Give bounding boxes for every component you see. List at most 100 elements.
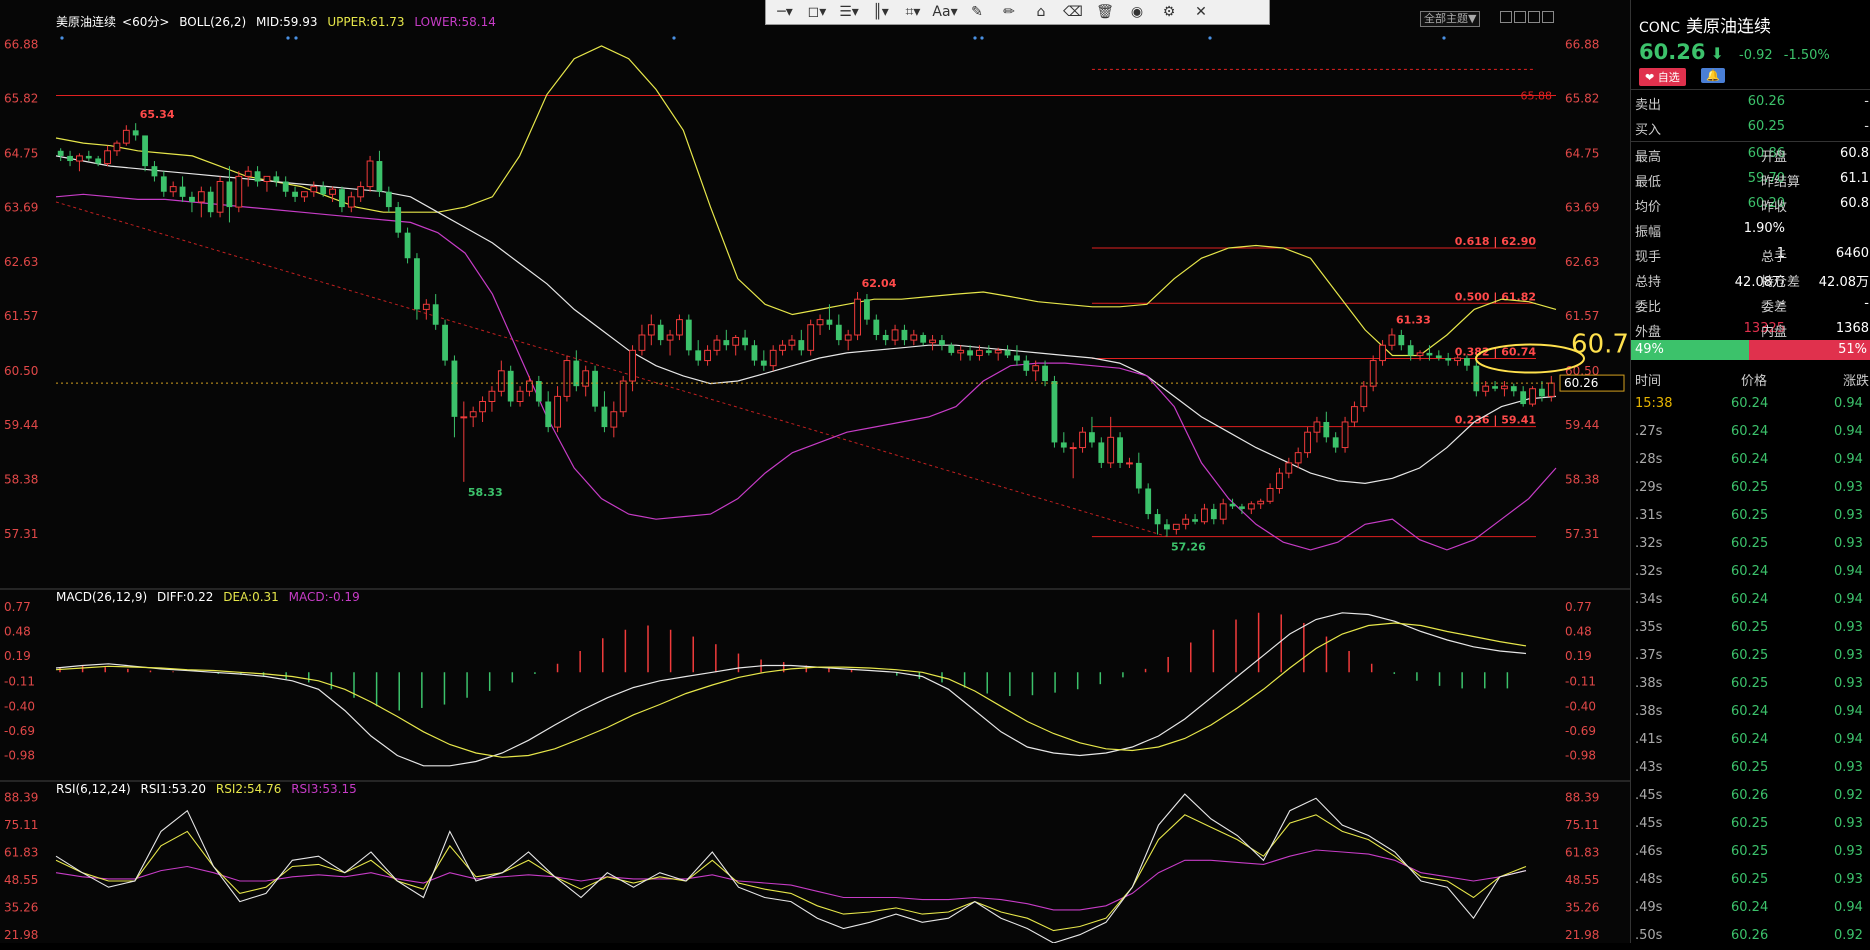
tick-change: 0.94 [1834,564,1863,579]
settings-icon[interactable]: ⚙ [1158,3,1180,21]
macd-ytick-right: -0.11 [1565,675,1596,689]
shape-tool-icon[interactable]: ◻▾ [806,3,828,21]
candle-body [404,232,411,259]
candle-body [469,411,477,418]
candle-body [301,191,308,198]
candle-body [1154,514,1161,525]
stat-value-2: 60.8 [1840,196,1869,211]
tick-price: 60.24 [1731,732,1769,747]
candle-body [685,319,692,351]
candle-body [122,129,130,144]
eraser-icon[interactable]: ⌫ [1062,3,1084,21]
eye-icon[interactable]: ◉ [1126,3,1148,21]
theme-button[interactable]: 全部主题▼ [1420,11,1481,27]
candle-body [1464,358,1470,366]
tick-change: 0.93 [1834,620,1863,635]
node-icon[interactable]: ⌗▾ [902,3,924,21]
tick-change: 0.94 [1834,732,1863,747]
bid-price: 60.25 [1747,119,1785,134]
stat-label: 总持 [1635,275,1662,290]
tick-change: 0.93 [1834,844,1863,859]
stat-label-2: 总手 [1761,250,1788,265]
macd-ytick-left: 0.19 [4,649,31,663]
candle-body [516,390,524,403]
candle-body [329,188,336,195]
candle-body [292,191,298,197]
macd-ytick-right: 0.19 [1565,649,1592,663]
candle-body [507,370,514,402]
tick-row: .31s 60.25 0.93 [1631,502,1870,530]
line-tool-icon[interactable]: ─▾ [774,3,796,21]
split-icon[interactable] [1514,11,1526,23]
rsi-ytick-left: 75.11 [4,818,38,832]
candle-body [1539,388,1545,397]
close-icon[interactable]: ✕ [1190,3,1212,21]
kline-chart[interactable]: 66.88 66.88 65.82 65.82 64.75 64.75 63.69 63.69… [0,0,1630,943]
candle-body [948,345,955,353]
candle-body [798,340,805,351]
fib-label: 0.236 | 59.41 [1455,414,1536,427]
layout-icon[interactable] [1500,11,1512,23]
tick-change: 0.93 [1834,816,1863,831]
candle-body [976,349,983,356]
last-price: 60.26 [1639,40,1706,64]
grid-icon[interactable] [1528,11,1540,23]
add-watchlist-button[interactable]: ❤ 自选 [1639,68,1686,86]
candle-body [226,181,233,208]
candle-body [1107,436,1115,464]
candle-body [723,340,730,346]
candle-body [582,370,590,387]
candle-body [1042,365,1048,382]
bars-icon[interactable]: ║▾ [870,3,892,21]
tick-row: .50s 60.26 0.92 [1631,922,1870,950]
macd-ytick-left: 0.77 [4,600,31,614]
trash-icon[interactable]: 🗑 [1094,3,1116,21]
stat-label: 振幅 [1635,225,1662,240]
home-icon[interactable]: ⌂ [1030,3,1052,21]
stat-value-2: 60.8 [1840,146,1869,161]
tick-time: .31s [1635,508,1663,523]
stat-value-2: 1368 [1835,321,1869,336]
pen-icon[interactable]: ✏ [998,3,1020,21]
candle-body [1089,432,1095,443]
candle-body [573,360,580,387]
period-label[interactable]: <60分> [122,15,169,29]
candle-body [638,334,646,351]
rsi-ytick-left: 48.55 [4,873,38,887]
rsi-label[interactable]: RSI(6,12,24) [56,782,131,796]
tick-row: .38s 60.24 0.94 [1631,698,1870,726]
price-ytick-left: 59.44 [4,418,38,432]
macd-diff-value: DIFF:0.22 [156,590,214,604]
boll-mid-line [55,155,1557,485]
candle-body [1079,431,1086,449]
candle-body [160,176,167,192]
rsi-ytick-right: 75.11 [1565,818,1599,832]
candle-body [854,298,861,336]
candle-body [1304,431,1311,454]
col-price: 价格 [1741,374,1768,389]
macd-ytick-right: 0.77 [1565,600,1592,614]
candle-body [310,186,318,193]
event-marker [980,36,984,40]
tick-row: .35s 60.25 0.93 [1631,614,1870,642]
price-ytick-left: 60.50 [4,364,38,378]
col-change: 涨跌 [1843,374,1870,389]
bell-icon[interactable]: 🔔 [1701,68,1725,83]
text-tool-icon[interactable]: Aa ▾ [932,3,957,21]
tick-change: 0.94 [1834,900,1863,915]
candle-body [1098,442,1105,463]
boll-label[interactable]: BOLL(26,2) [179,15,246,29]
fib-tool-icon[interactable]: ☰▾ [838,3,860,21]
tick-change: 0.93 [1834,760,1863,775]
ruler-icon[interactable]: ✎ [966,3,988,21]
macd-label[interactable]: MACD(26,12,9) [56,590,147,604]
candle-body [957,349,965,354]
tick-price: 60.24 [1731,900,1769,915]
chart-area[interactable]: 66.88 66.88 65.82 65.82 64.75 64.75 63.69 63.69… [0,0,1630,943]
price-ytick-right: 66.88 [1565,37,1599,51]
maximize-icon[interactable] [1542,11,1554,23]
stat-row: 现手 1 总手 6460 [1631,242,1870,267]
rsi-ytick-right: 88.39 [1565,790,1599,804]
candle-body [216,180,224,213]
candle-body [695,350,702,361]
